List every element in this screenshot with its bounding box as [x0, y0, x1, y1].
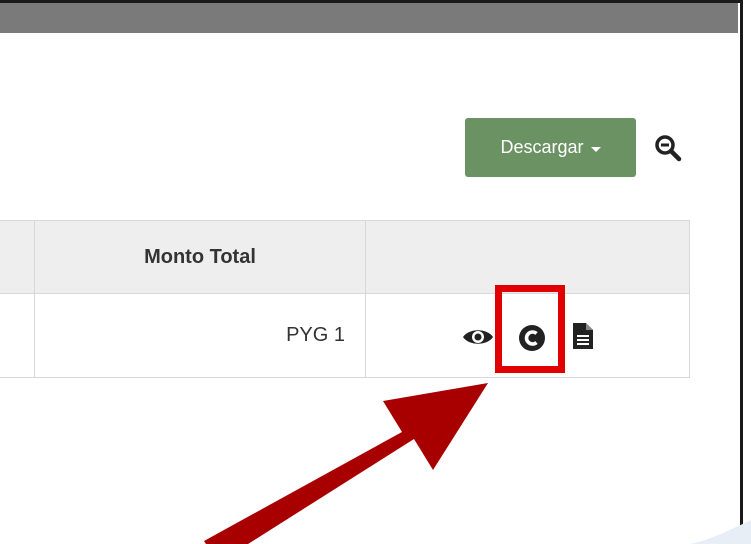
- screenshot-frame: Descargar Monto Total PYG 1: [0, 0, 743, 544]
- annotation-arrow: [204, 383, 488, 544]
- page-curl-decoration: [690, 520, 751, 544]
